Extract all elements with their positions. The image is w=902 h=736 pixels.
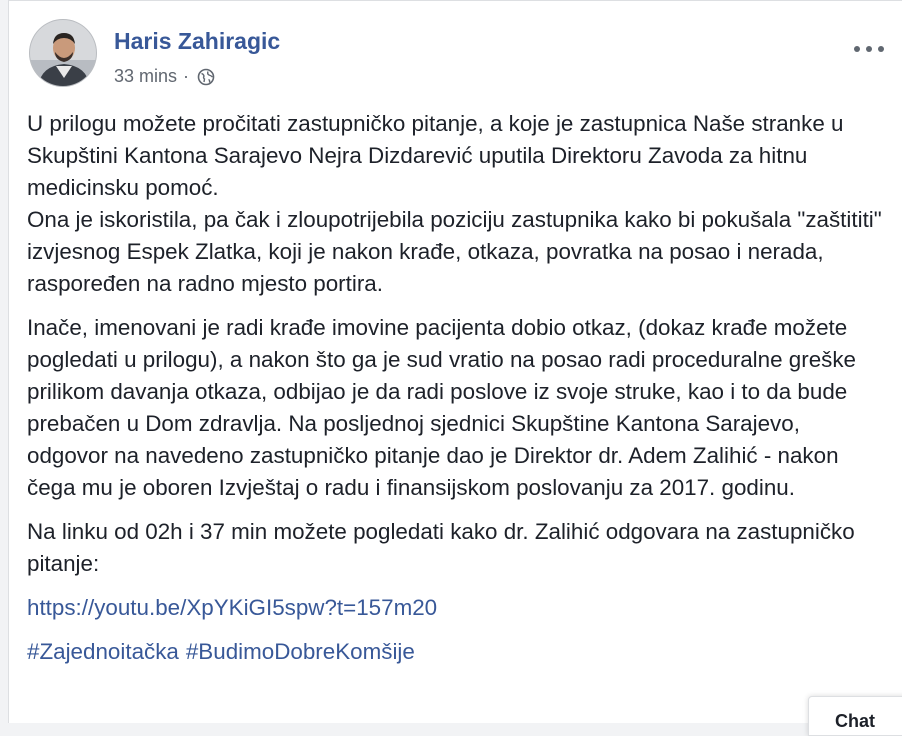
- post-text-line: Ona je iskoristila, pa čak i zloupotrije…: [27, 207, 882, 296]
- post-paragraph: Na linku od 02h i 37 min možete pogledat…: [27, 516, 887, 580]
- post-text-line: Inače, imenovani je radi krađe imovine p…: [27, 315, 856, 500]
- more-dot: [878, 46, 884, 52]
- post-text-line: U prilogu možete pročitati zastupničko p…: [27, 111, 844, 200]
- meta-separator: ·: [183, 66, 190, 86]
- post-header: Haris Zahiragic 33 mins ·: [29, 19, 902, 99]
- post-text-line: Na linku od 02h i 37 min možete pogledat…: [27, 519, 855, 576]
- post-card: Haris Zahiragic 33 mins · U prilogu može…: [8, 0, 902, 723]
- author-avatar[interactable]: [29, 19, 97, 87]
- more-options-icon[interactable]: [854, 41, 884, 57]
- post-body: U prilogu možete pročitati zastupničko p…: [27, 108, 887, 680]
- post-paragraph: Inače, imenovani je radi krađe imovine p…: [27, 312, 887, 504]
- hashtag-link[interactable]: #Zajednoitačka: [27, 639, 179, 664]
- chat-tab[interactable]: Chat: [808, 696, 902, 736]
- hashtags: #Zajednoitačka #BudimoDobreKomšije: [27, 636, 887, 668]
- hashtag-link[interactable]: #BudimoDobreKomšije: [186, 639, 415, 664]
- avatar-image: [30, 20, 96, 86]
- post-timestamp[interactable]: 33 mins: [114, 66, 177, 87]
- post-paragraph: U prilogu možete pročitati zastupničko p…: [27, 108, 887, 300]
- globe-icon[interactable]: [197, 68, 215, 86]
- more-dot: [866, 46, 872, 52]
- more-dot: [854, 46, 860, 52]
- author-name[interactable]: Haris Zahiragic: [114, 28, 280, 55]
- post-link-paragraph: https://youtu.be/XpYKiGI5spw?t=157m20: [27, 592, 887, 624]
- youtube-link[interactable]: https://youtu.be/XpYKiGI5spw?t=157m20: [27, 595, 437, 620]
- post-meta: 33 mins ·: [114, 66, 215, 87]
